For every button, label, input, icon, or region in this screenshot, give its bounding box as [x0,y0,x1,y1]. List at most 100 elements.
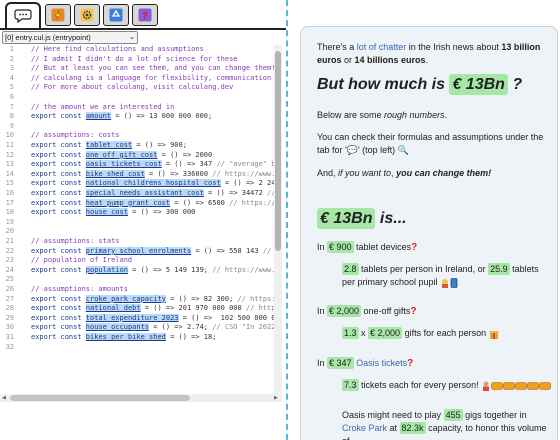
tab-code[interactable] [5,2,41,28]
line-number: 25 [5,275,14,284]
heading-value[interactable]: € 13Bn [449,74,508,95]
code-line[interactable]: // calculang is a language for flexibili… [31,74,275,83]
oasis-detail: 7.3 tickets each for every person! [342,379,552,392]
file-select[interactable]: [0] entry.cul.js (entrypoint) ⌄ [2,31,138,44]
code-line[interactable]: // the amount we are interested in [31,103,174,112]
line-number: 20 [5,227,14,236]
code-line[interactable]: export const heat_pump_grant_cost = () =… [31,198,275,208]
tab-lightning[interactable] [45,4,71,26]
code-line[interactable]: export const tablet_cost = () => 900; [31,141,187,150]
file-select-value: [0] entry.cul.js (entrypoint) [5,33,91,42]
oasis-tickets-count[interactable]: 7.3 [342,379,359,391]
line-number: 5 [9,83,14,92]
tab-bar-underline [0,28,286,30]
tablets-per-person[interactable]: 2.8 [342,263,359,275]
oasis-gigs: Oasis might need to play 455 gigs togeth… [342,409,552,440]
code-line[interactable]: // assumptions: stats [31,237,120,246]
vertical-scrollbar-thumb[interactable] [275,51,281,251]
tablet-cost[interactable]: € 900 [327,241,354,253]
code-line[interactable]: export const house_occupants = () => 2.7… [31,323,275,332]
code-line[interactable]: export const one_off_gift_cost = () => 2… [31,150,212,160]
gift-text: gifts for each person [402,328,487,338]
code-line[interactable]: export const bike_shed_cost = () => 3360… [31,169,275,179]
code-line[interactable]: export const primary_school_enrolments =… [31,246,275,256]
tab-help[interactable]: ? [132,4,158,26]
vertical-scrollbar[interactable] [274,45,282,395]
code-line[interactable]: // assumptions: costs [31,131,120,140]
oasis-cost[interactable]: € 347 [327,357,354,369]
line-number: 18 [5,208,14,217]
tablet-icon [450,277,458,288]
line-number: 16 [5,189,14,197]
gigs-count[interactable]: 455 [443,409,463,421]
code-line[interactable]: // Here find calculations and assumption… [31,45,204,54]
gift-cost[interactable]: € 2,000 [327,305,362,317]
line-number: 24 [5,265,14,274]
gift-each[interactable]: € 2,000 [368,327,403,339]
pane-divider[interactable] [286,0,288,440]
intro-text: in the Irish news about [406,42,502,52]
tablet-label: tablet devices [353,242,412,252]
venue-link[interactable]: Croke Park [342,423,387,433]
question-mark-icon: ? [410,306,417,317]
is-heading-value[interactable]: € 13Bn [317,208,376,229]
code-line[interactable]: // population of Ireland [31,256,132,265]
code-line[interactable]: export const croke_park_capacity = () =>… [31,294,275,304]
line-number: 4 [9,73,14,82]
gigs-text: Oasis might need to play [342,410,444,420]
code-editor[interactable]: 1 2 3 4 5 6 7 8 9 10 11 12 13 14 15 16 17 18 19 20 21 22 23 24 2… [0,44,282,396]
tab-recycle[interactable] [103,4,129,26]
ticket-icon [539,381,551,390]
code-line[interactable]: // assumptions: amounts [31,285,128,294]
line-number: 21 [5,237,14,245]
code-line[interactable]: export const house_cost = () => 300 000 [31,208,195,217]
code-line[interactable]: export const national_childrens_hospital… [31,179,275,188]
code-line[interactable]: // I admit I didn't do a lot of science … [31,55,238,64]
gift-detail: 1.3 x € 2,000 gifts for each person [342,327,552,340]
intro-text: There's a [317,42,357,52]
line-number: 17 [5,198,14,207]
horizontal-scrollbar[interactable]: ◀ ▶ [0,394,282,402]
code-line[interactable]: export const total_expenditure_2023 = ()… [31,313,275,323]
line-number: 9 [9,121,14,130]
change-text: And, [317,168,339,178]
ticket-icon [527,381,539,390]
code-line[interactable]: // But at least you can see them, and yo… [31,64,275,73]
line-number: 19 [5,217,14,226]
oasis-link[interactable]: Oasis tickets [356,358,407,368]
code-line[interactable]: export const national_debt = () => 201 9… [31,304,275,313]
heading-text: But how much is [317,76,450,93]
tab-gear[interactable] [74,4,100,26]
page-heading: But how much is € 13Bn ? [317,73,553,97]
scroll-right-icon[interactable]: ▶ [274,395,278,401]
code-line[interactable]: export const population = () => 5 149 13… [31,265,275,275]
person-icon [483,381,490,391]
code-line[interactable]: export const special_needs_assistant_cos… [31,189,275,198]
code-lines[interactable]: // Here find calculations and assumption… [31,44,275,396]
change-strong: you can change them! [396,168,492,178]
code-line[interactable]: export const oasis_tickets_cost = () => … [31,160,275,169]
rough-text: . [444,110,448,120]
gift-multiplier[interactable]: 1.3 [342,327,359,339]
tablets-per-pupil[interactable]: 25.9 [488,263,510,275]
code-line[interactable]: // For more about calculang, visit calcu… [31,83,233,92]
heading-text: ? [507,76,523,93]
intro-text: . [425,55,429,65]
line-number: 15 [5,179,14,188]
code-line[interactable]: export const bikes_per_bike_shed = () =>… [31,333,216,342]
venue-capacity[interactable]: 82.3k [399,422,426,434]
change-them-paragraph: And, if you want to, you can change them… [317,167,553,180]
oasis-item: In € 347 Oasis tickets? [317,357,553,370]
is-heading: € 13Bn is... [317,207,553,231]
ticket-icon [515,381,527,390]
scroll-left-icon[interactable]: ◀ [2,395,6,401]
chevron-down-icon: ⌄ [129,34,135,41]
horizontal-scrollbar-thumb[interactable] [10,395,190,401]
ticket-icon [491,381,503,390]
line-number: 29 [5,313,14,322]
chatter-link[interactable]: lot of chatter [357,42,407,52]
code-line[interactable]: export const amount = () => 13 000 000 0… [31,112,212,121]
line-number: 31 [5,333,14,341]
ticket-icon [503,381,515,390]
editor-pane: ? [0] entry.cul.js (entrypoint) ⌄ 123456… [0,0,286,440]
